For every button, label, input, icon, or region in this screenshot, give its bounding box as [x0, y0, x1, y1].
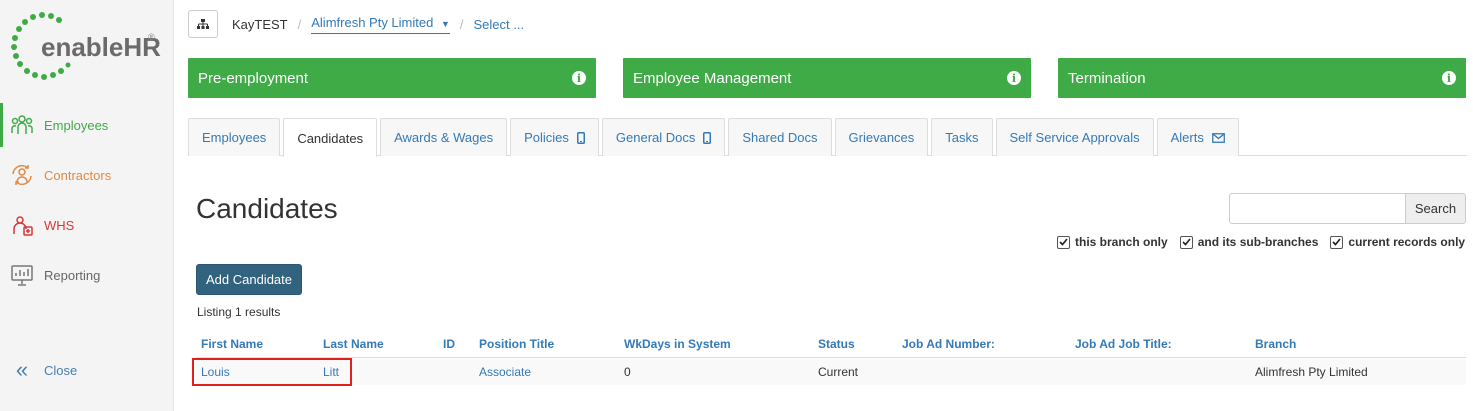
column-status[interactable]: Status [818, 337, 855, 351]
column-first-name[interactable]: First Name [201, 337, 263, 351]
panel-pre-employment[interactable]: Pre-employment i [188, 58, 596, 98]
breadcrumb-separator: / [459, 16, 464, 32]
logo-dots-icon: enableHR ® [11, 12, 161, 80]
add-candidate-button[interactable]: Add Candidate [196, 264, 302, 295]
panel-label: Termination [1068, 69, 1146, 87]
filter-sub-branches[interactable]: and its sub-branches [1179, 235, 1319, 249]
column-wkdays[interactable]: WkDays in System [624, 337, 731, 351]
column-job-ad-title[interactable]: Job Ad Job Title: [1075, 337, 1172, 351]
filter-options: this branch only and its sub-branches cu… [1057, 235, 1465, 249]
tab-grievances[interactable]: Grievances [834, 118, 929, 156]
tab-label: Awards & Wages [394, 130, 494, 145]
sitemap-icon [197, 19, 209, 29]
org-chart-button[interactable] [188, 10, 218, 38]
cell-first-name[interactable]: Louis [201, 365, 230, 379]
employees-icon [10, 114, 34, 136]
tab-employees[interactable]: Employees [188, 118, 281, 156]
tab-policies[interactable]: Policies [510, 118, 599, 156]
tab-label: Employees [202, 130, 267, 145]
sidebar-item-label: Reporting [44, 267, 101, 283]
filter-this-branch-only[interactable]: this branch only [1057, 235, 1168, 249]
tab-label: Grievances [848, 130, 915, 145]
contractors-icon [10, 164, 34, 186]
sidebar: enableHR ® Employees Contractors WHS Rep… [0, 0, 174, 411]
tab-general-docs[interactable]: General Docs [601, 118, 726, 156]
info-icon[interactable]: i [1007, 71, 1021, 85]
filter-label: current records only [1348, 235, 1466, 249]
search-button[interactable]: Search [1405, 193, 1466, 224]
tab-candidates[interactable]: Candidates [283, 118, 378, 157]
filter-label: and its sub-branches [1197, 235, 1319, 249]
search-input[interactable] [1229, 193, 1406, 224]
checkbox-checked-icon[interactable] [1330, 235, 1344, 249]
cell-last-name[interactable]: Litt [323, 365, 339, 379]
caret-down-icon: ▼ [440, 18, 450, 29]
column-job-ad-number[interactable]: Job Ad Number: [902, 337, 995, 351]
double-chevron-left-icon: « [15, 357, 29, 382]
column-position-title[interactable]: Position Title [479, 337, 554, 351]
cell-branch: Alimfresh Pty Limited [1255, 365, 1368, 379]
column-branch[interactable]: Branch [1255, 337, 1296, 351]
breadcrumb-root[interactable]: KayTEST [232, 17, 288, 32]
tab-self-service-approvals[interactable]: Self Service Approvals [995, 118, 1154, 156]
envelope-icon [1211, 132, 1225, 143]
tab-label: Alerts [1170, 130, 1204, 145]
panel-termination[interactable]: Termination i [1058, 58, 1466, 98]
sidebar-close-button[interactable]: « Close [0, 348, 174, 392]
sidebar-close-label: Close [44, 362, 78, 378]
filter-current-records-only[interactable]: current records only [1330, 235, 1465, 249]
breadcrumb: KayTEST / Alimfresh Pty Limited ▼ / Sele… [188, 10, 524, 38]
sidebar-item-employees[interactable]: Employees [0, 103, 174, 147]
checkbox-checked-icon[interactable] [1057, 235, 1070, 249]
sidebar-item-label: WHS [44, 217, 75, 233]
breadcrumb-separator: / [297, 16, 302, 32]
cell-position-title[interactable]: Associate [479, 365, 531, 379]
checkbox-checked-icon[interactable] [1179, 235, 1193, 249]
tab-bar: Employees Candidates Awards & Wages Poli… [188, 118, 1467, 157]
table-header: First Name Last Name ID Position Title W… [196, 332, 1466, 358]
listing-count: Listing 1 results [197, 305, 281, 319]
tab-tasks[interactable]: Tasks [931, 118, 993, 156]
tab-label: Policies [524, 130, 569, 145]
tab-label: Candidates [297, 130, 364, 146]
enablehr-logo[interactable]: enableHR ® [8, 10, 168, 84]
panel-employee-management[interactable]: Employee Management i [623, 58, 1031, 98]
reporting-icon [10, 264, 34, 286]
sidebar-item-whs[interactable]: WHS [0, 203, 174, 247]
panel-label: Employee Management [633, 69, 792, 87]
tab-label: General Docs [615, 130, 696, 145]
tab-label: Shared Docs [742, 130, 818, 145]
sidebar-item-contractors[interactable]: Contractors [0, 153, 174, 197]
mobile-icon [703, 131, 712, 144]
filter-label: this branch only [1075, 235, 1168, 249]
breadcrumb-select[interactable]: Select ... [474, 17, 525, 32]
column-last-name[interactable]: Last Name [323, 337, 384, 351]
tab-shared-docs[interactable]: Shared Docs [728, 118, 832, 156]
table-row[interactable]: Louis Litt Associate 0 Current Alimfresh… [196, 359, 1466, 385]
cell-status: Current [818, 365, 859, 379]
column-id[interactable]: ID [443, 337, 455, 351]
tab-alerts[interactable]: Alerts [1156, 118, 1239, 156]
mobile-icon [576, 131, 585, 144]
tab-label: Tasks [945, 130, 979, 145]
breadcrumb-company-dropdown[interactable]: Alimfresh Pty Limited ▼ [311, 15, 450, 34]
tab-label: Self Service Approvals [1009, 130, 1140, 145]
logo-wordmark: enableHR [41, 32, 161, 62]
cell-wkdays: 0 [624, 365, 631, 379]
sidebar-item-reporting[interactable]: Reporting [0, 253, 174, 297]
sidebar-item-label: Employees [44, 117, 109, 133]
page-title: Candidates [196, 193, 338, 224]
whs-icon [10, 214, 34, 236]
tab-awards-wages[interactable]: Awards & Wages [380, 118, 508, 156]
candidates-table: First Name Last Name ID Position Title W… [196, 332, 1466, 385]
sidebar-item-label: Contractors [44, 167, 112, 183]
info-icon[interactable]: i [1442, 71, 1456, 85]
breadcrumb-company-label: Alimfresh Pty Limited [311, 14, 434, 30]
logo-trademark: ® [148, 32, 155, 42]
info-icon[interactable]: i [572, 71, 586, 85]
panel-label: Pre-employment [198, 69, 309, 87]
